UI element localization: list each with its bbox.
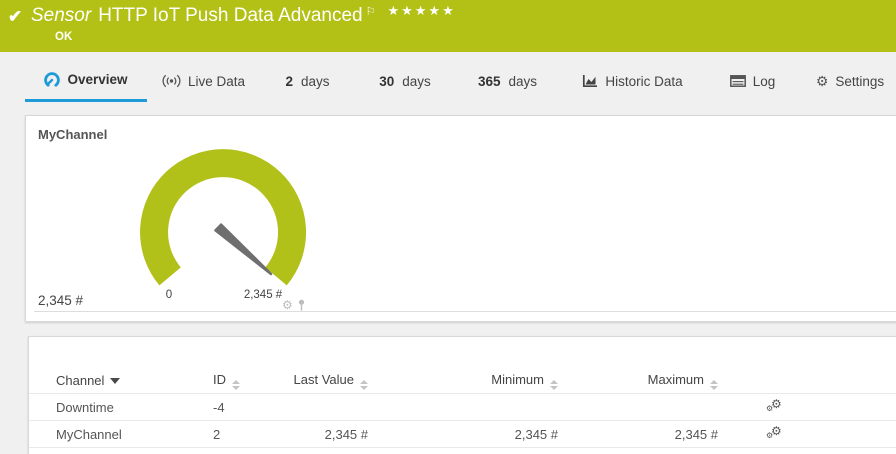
gauge-chart: 0 2,345 # (123, 132, 323, 304)
tab-overview[interactable]: Overview (25, 60, 147, 102)
area-chart-icon (582, 74, 598, 88)
sort-desc-icon (110, 378, 120, 384)
cell-id: 2 (213, 427, 293, 442)
gauge-scale-min: 0 (166, 289, 172, 301)
gauge-channel-label: MyChannel (38, 127, 107, 142)
channel-settings-icon[interactable]: ⚙ ⚙ (718, 400, 766, 415)
channel-table-panel: Channel ID Last Value Minimum Maximum Do… (28, 336, 896, 454)
cell-channel[interactable]: MyChannel (56, 427, 213, 442)
channel-settings-icon[interactable]: ⚙ ⚙ (718, 427, 766, 442)
gauge-footer-icons: ⚙ (282, 298, 306, 312)
sort-icon (550, 380, 558, 390)
tab-30-days[interactable]: 30 days (355, 60, 455, 102)
tab-number: 365 (478, 74, 501, 89)
column-header-channel[interactable]: Channel (56, 372, 213, 388)
gauge-icon (44, 72, 60, 88)
flag-icon[interactable]: ⚐ (366, 6, 376, 18)
tab-number: 30 (379, 74, 394, 89)
tab-label: Log (753, 74, 776, 89)
page-title: Sensor HTTP IoT Push Data Advanced ⚐ ★★★★★ (31, 5, 456, 27)
sensor-status-header: ✔ Sensor HTTP IoT Push Data Advanced ⚐ ★★★★… (0, 0, 896, 52)
table-header-row: Channel ID Last Value Minimum Maximum (29, 367, 896, 394)
priority-stars[interactable]: ★★★★★ (387, 3, 455, 18)
sort-icon (232, 380, 240, 390)
gear-icon: ⚙ (816, 74, 829, 88)
table-row-mychannel[interactable]: MyChannel 2 2,345 # 2,345 # 2,345 # ⚙ ⚙ (29, 421, 896, 448)
gauge-footer-divider (34, 311, 896, 312)
gauge-settings-gear-icon[interactable]: ⚙ (282, 298, 293, 312)
tab-settings[interactable]: ⚙ Settings (800, 60, 896, 102)
tab-label: Settings (835, 74, 884, 89)
column-header-minimum[interactable]: Minimum (368, 371, 558, 390)
gauge-scale-max: 2,345 # (244, 289, 283, 301)
tab-label: days (509, 74, 538, 89)
tab-365-days[interactable]: 365 days (455, 60, 560, 102)
tab-number: 2 (285, 74, 293, 89)
tab-label: days (402, 74, 431, 89)
sort-icon (360, 380, 368, 390)
table-row-downtime[interactable]: Downtime -4 ⚙ ⚙ (29, 394, 896, 421)
tab-historic-data[interactable]: Historic Data (560, 60, 705, 102)
tab-label: Overview (67, 72, 127, 87)
gauge-current-value: 2,345 # (38, 293, 83, 308)
broadcast-icon (162, 74, 181, 88)
tab-label: Historic Data (605, 74, 682, 89)
tab-bar: Overview Live Data 2 days 30 days 365 (0, 60, 896, 102)
status-badge: OK (55, 31, 72, 43)
cell-channel[interactable]: Downtime (56, 400, 213, 415)
log-list-icon (730, 75, 746, 87)
prtg-sensor-page: ✔ Sensor HTTP IoT Push Data Advanced ⚐ ★★★★… (0, 0, 896, 454)
cell-maximum: 2,345 # (558, 427, 718, 442)
tab-log[interactable]: Log (705, 60, 800, 102)
cell-id: -4 (213, 400, 293, 415)
sort-icon (710, 380, 718, 390)
channel-table: Channel ID Last Value Minimum Maximum Do… (29, 367, 896, 448)
cell-last-value: 2,345 # (293, 427, 368, 442)
check-icon: ✔ (8, 7, 22, 27)
tab-label: Live Data (188, 74, 245, 89)
tab-label: days (301, 74, 330, 89)
gauge-panel: MyChannel 0 2,345 # 2,345 # ⚙ (25, 115, 896, 322)
column-header-maximum[interactable]: Maximum (558, 371, 718, 390)
pin-icon[interactable] (297, 299, 306, 312)
tab-live-data[interactable]: Live Data (147, 60, 260, 102)
column-header-last-value[interactable]: Last Value (293, 371, 368, 390)
tab-2-days[interactable]: 2 days (260, 60, 355, 102)
sensor-name: HTTP IoT Push Data Advanced (98, 5, 362, 26)
column-header-id[interactable]: ID (213, 371, 293, 390)
object-type-label: Sensor (31, 5, 91, 26)
cell-minimum: 2,345 # (368, 427, 558, 442)
